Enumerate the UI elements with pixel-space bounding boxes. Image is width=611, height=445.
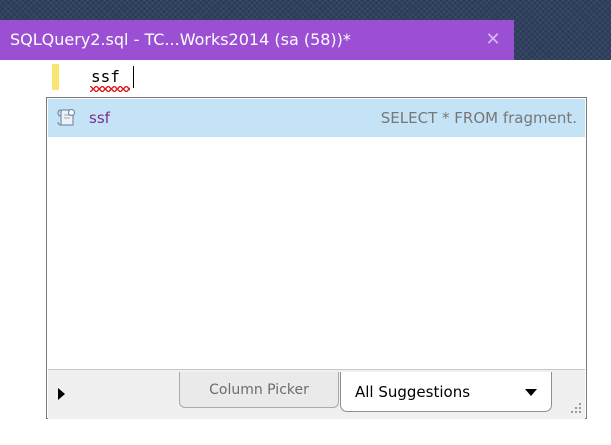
completion-item-label: ssf xyxy=(89,109,110,127)
completion-footer: Column Picker All Suggestions xyxy=(48,369,585,419)
close-icon[interactable]: ✕ xyxy=(481,20,505,60)
chevron-down-icon[interactable] xyxy=(525,389,537,396)
snippet-icon xyxy=(56,107,78,129)
tab-column-picker[interactable]: Column Picker xyxy=(179,372,339,408)
intellisense-completion-list[interactable]: ssf SELECT * FROM fragment. Column Picke… xyxy=(46,97,587,419)
document-tab[interactable]: SQLQuery2.sql - TC...Works2014 (sa (58))… xyxy=(0,20,514,60)
text-caret xyxy=(133,66,134,88)
expand-arrow-icon[interactable] xyxy=(58,388,65,400)
tab-all-suggestions-label: All Suggestions xyxy=(355,383,471,401)
resize-grip-icon[interactable] xyxy=(569,403,581,415)
changed-line-marker xyxy=(52,64,59,90)
error-squiggle xyxy=(90,86,130,92)
completion-item-description: SELECT * FROM fragment. xyxy=(380,109,577,127)
tab-all-suggestions[interactable]: All Suggestions xyxy=(340,372,552,412)
document-tab-title: SQLQuery2.sql - TC...Works2014 (sa (58))… xyxy=(10,30,351,49)
completion-item[interactable]: ssf SELECT * FROM fragment. xyxy=(48,99,585,137)
